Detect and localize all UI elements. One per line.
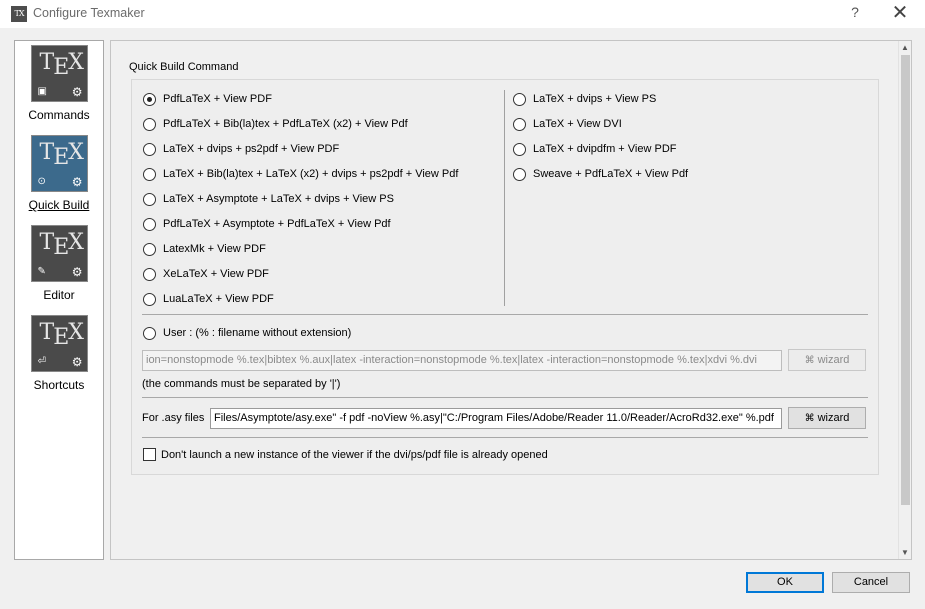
- radio-button[interactable]: [143, 192, 156, 206]
- wizard-label: wizard: [817, 412, 850, 424]
- radio-button[interactable]: [143, 217, 156, 231]
- scrollbar-thumb[interactable]: [901, 55, 910, 505]
- radio-button[interactable]: [143, 326, 156, 340]
- radio-button[interactable]: [143, 142, 156, 156]
- sidebar-item-label: Quick Build: [28, 198, 90, 212]
- quick-build-group: PdfLaTeX + View PDF PdfLaTeX + Bib(la)te…: [131, 79, 879, 475]
- user-wizard-button[interactable]: ⌘ wizard: [788, 349, 866, 371]
- option-label: LaTeX + dvips + ps2pdf + View PDF: [163, 143, 340, 155]
- column-divider: [504, 90, 505, 306]
- option-label: LaTeX + Asymptote + LaTeX + dvips + View…: [163, 193, 394, 205]
- settings-panel: ▲ ▼ Quick Build Command PdfLaTeX + View …: [110, 40, 912, 560]
- asy-wizard-button[interactable]: ⌘ wizard: [788, 407, 866, 429]
- radio-button[interactable]: [513, 117, 526, 131]
- viewer-instance-checkbox[interactable]: [143, 448, 156, 461]
- divider: [142, 397, 868, 398]
- option-label: User : (% : filename without extension): [163, 327, 352, 339]
- scroll-up-arrow-icon[interactable]: ▲: [901, 43, 909, 52]
- option-label: LatexMk + View PDF: [163, 243, 266, 255]
- user-command-field[interactable]: ion=nonstopmode %.tex|bibtex %.aux|latex…: [142, 350, 782, 371]
- ok-button[interactable]: OK: [746, 572, 824, 593]
- help-button[interactable]: ?: [846, 4, 864, 24]
- viewer-instance-label: Don't launch a new instance of the viewe…: [161, 449, 548, 461]
- quick-build-icon: TEX ⊙ ⚙: [30, 135, 88, 192]
- editor-icon: TEX ✎ ⚙: [30, 225, 88, 282]
- texmaker-app-icon: TX: [11, 6, 27, 22]
- window-title: Configure Texmaker: [33, 6, 145, 20]
- option-latex-dvipdfm[interactable]: LaTeX + dvipdfm + View PDF: [513, 141, 676, 157]
- radio-button[interactable]: [513, 92, 526, 106]
- radio-button[interactable]: [143, 292, 156, 306]
- radio-button[interactable]: [143, 92, 156, 106]
- option-latexmk[interactable]: LatexMk + View PDF: [143, 241, 266, 257]
- option-label: XeLaTeX + View PDF: [163, 268, 269, 280]
- option-label: LaTeX + dvips + View PS: [533, 93, 657, 105]
- option-pdflatex-bib-pdflatex[interactable]: PdfLaTeX + Bib(la)tex + PdfLaTeX (x2) + …: [143, 116, 408, 132]
- close-button[interactable]: ✕: [888, 3, 912, 25]
- wizard-icon: ⌘: [804, 355, 815, 366]
- scroll-down-arrow-icon[interactable]: ▼: [901, 548, 909, 557]
- option-latex-view-dvi[interactable]: LaTeX + View DVI: [513, 116, 622, 132]
- sidebar-item-quick-build[interactable]: TEX ⊙ ⚙ Quick Build: [15, 135, 103, 212]
- option-label: PdfLaTeX + View PDF: [163, 93, 272, 105]
- radio-button[interactable]: [513, 142, 526, 156]
- radio-button[interactable]: [143, 167, 156, 181]
- wizard-label: wizard: [817, 354, 850, 366]
- option-pdflatex-view-pdf[interactable]: PdfLaTeX + View PDF: [143, 91, 272, 107]
- option-xelatex[interactable]: XeLaTeX + View PDF: [143, 266, 269, 282]
- sidebar-item-commands[interactable]: TEX ▣ ⚙ Commands: [15, 45, 103, 122]
- divider: [142, 314, 868, 315]
- category-sidebar: TEX ▣ ⚙ Commands TEX ⊙ ⚙ Quick Build TEX ✎ ⚙ E…: [14, 40, 104, 560]
- option-user[interactable]: User : (% : filename without extension): [143, 325, 351, 341]
- option-latex-dvips-ps2pdf[interactable]: LaTeX + dvips + ps2pdf + View PDF: [143, 141, 339, 157]
- sidebar-item-editor[interactable]: TEX ✎ ⚙ Editor: [15, 225, 103, 302]
- option-latex-asymptote[interactable]: LaTeX + Asymptote + LaTeX + dvips + View…: [143, 191, 394, 207]
- radio-button[interactable]: [513, 167, 526, 181]
- radio-button[interactable]: [143, 242, 156, 256]
- vertical-scrollbar[interactable]: ▲ ▼: [898, 41, 911, 559]
- option-pdflatex-asymptote[interactable]: PdfLaTeX + Asymptote + PdfLaTeX + View P…: [143, 216, 391, 232]
- title-bar: TX Configure Texmaker ? ✕: [0, 0, 925, 28]
- group-title: Quick Build Command: [129, 61, 239, 73]
- asy-command-field[interactable]: Files/Asymptote/asy.exe" -f pdf -noView …: [210, 408, 782, 429]
- option-label: LuaLaTeX + View PDF: [163, 293, 274, 305]
- option-label: LaTeX + Bib(la)tex + LaTeX (x2) + dvips …: [163, 168, 459, 180]
- option-sweave-pdflatex[interactable]: Sweave + PdfLaTeX + View Pdf: [513, 166, 688, 182]
- wizard-icon: ⌘: [804, 413, 815, 424]
- option-label: Sweave + PdfLaTeX + View Pdf: [533, 168, 689, 180]
- sidebar-item-shortcuts[interactable]: TEX ⏎ ⚙ Shortcuts: [15, 315, 103, 392]
- asy-files-label: For .asy files: [142, 412, 205, 424]
- sidebar-item-label: Shortcuts: [33, 378, 85, 392]
- divider: [142, 437, 868, 438]
- radio-button[interactable]: [143, 267, 156, 281]
- option-label: LaTeX + View DVI: [533, 118, 622, 130]
- option-label: PdfLaTeX + Bib(la)tex + PdfLaTeX (x2) + …: [163, 118, 408, 130]
- commands-icon: TEX ▣ ⚙: [30, 45, 88, 102]
- separator-note: (the commands must be separated by '|'): [142, 378, 341, 390]
- shortcuts-icon: TEX ⏎ ⚙: [30, 315, 88, 372]
- sidebar-item-label: Commands: [28, 108, 90, 122]
- cancel-button[interactable]: Cancel: [832, 572, 910, 593]
- option-lualatex[interactable]: LuaLaTeX + View PDF: [143, 291, 274, 307]
- option-label: PdfLaTeX + Asymptote + PdfLaTeX + View P…: [163, 218, 391, 230]
- option-latex-bib-latex-dvips[interactable]: LaTeX + Bib(la)tex + LaTeX (x2) + dvips …: [143, 166, 458, 182]
- sidebar-item-label: Editor: [43, 288, 75, 302]
- option-latex-dvips-view-ps[interactable]: LaTeX + dvips + View PS: [513, 91, 656, 107]
- radio-button[interactable]: [143, 117, 156, 131]
- option-label: LaTeX + dvipdfm + View PDF: [533, 143, 677, 155]
